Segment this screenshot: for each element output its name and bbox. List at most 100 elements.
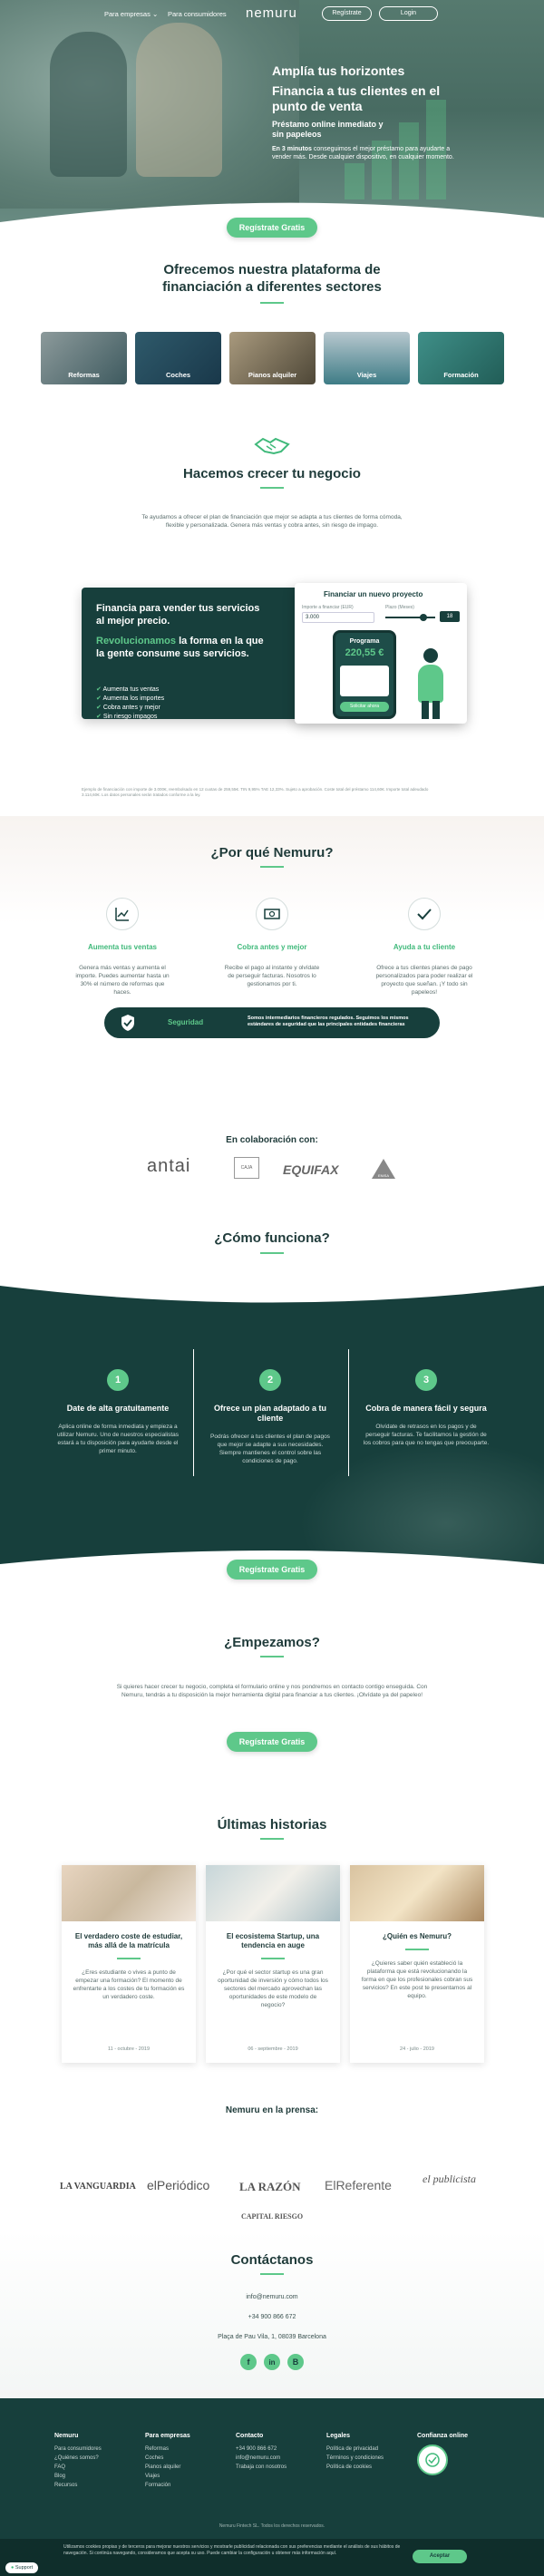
- press-logo-publicista: el publicista: [423, 2173, 476, 2185]
- sectors-underline: [260, 302, 284, 304]
- sector-card-pianos[interactable]: Pianos alquiler: [229, 332, 316, 384]
- footer-link[interactable]: info@nemuru.com: [236, 2454, 317, 2463]
- hero: Amplía tus horizontes Financia a tus cli…: [0, 0, 544, 245]
- why-col-2: Cobra antes y mejor Recibe el pago al in…: [222, 898, 322, 988]
- sector-label: Viajes: [356, 371, 377, 379]
- nav-link-empresas[interactable]: Para empresas ⌄: [104, 10, 158, 18]
- sector-card-viajes[interactable]: Viajes: [324, 332, 410, 384]
- cookie-bar: Utilizamos cookies propias y de terceros…: [0, 2539, 544, 2576]
- hero-cta-button[interactable]: Regístrate Gratis: [227, 218, 317, 238]
- footer-link[interactable]: Blog: [54, 2472, 136, 2481]
- footer-link[interactable]: Recursos: [54, 2481, 136, 2490]
- why-title: ¿Por qué Nemuru?: [210, 845, 334, 860]
- why-col-title: Ayuda a tu cliente: [393, 943, 456, 951]
- why-underline: [260, 866, 284, 868]
- footer-link[interactable]: Política de privacidad: [326, 2445, 408, 2454]
- card-label-1: Importe a financiar (EUR): [302, 605, 354, 610]
- story-image: [350, 1865, 484, 1921]
- partner-logo-antai: antai: [147, 1156, 191, 1176]
- footer-col-title: Confianza online: [417, 2433, 468, 2439]
- story-text: ¿Por qué el sector startup es una gran o…: [218, 1969, 328, 2008]
- step-number-badge: 3: [415, 1369, 437, 1391]
- phone-title: Programa: [349, 638, 380, 645]
- financing-card: Financiar un nuevo proyecto Importe a fi…: [295, 583, 467, 724]
- partners-title: En colaboración con:: [226, 1135, 318, 1145]
- press-logo-periodico: elPeriódico: [147, 2178, 210, 2192]
- story-card-2[interactable]: El ecosistema Startup, una tendencia en …: [206, 1865, 340, 2063]
- contact-phone[interactable]: +34 900 866 672: [181, 2314, 363, 2320]
- story-title: El ecosistema Startup, una tendencia en …: [226, 1932, 320, 1949]
- contact-email[interactable]: info@nemuru.com: [181, 2294, 363, 2300]
- check-item: ✔ Aumenta los importes: [96, 695, 250, 704]
- chart-growth-icon: [106, 898, 139, 930]
- step-title: Cobra de manera fácil y segura: [365, 1404, 487, 1413]
- phone-amount: 220,55 €: [345, 647, 384, 658]
- logo[interactable]: nemuru: [246, 5, 297, 21]
- promo-highlight: Revolucionamos: [96, 636, 177, 646]
- trust-seal-icon[interactable]: [417, 2445, 448, 2475]
- footer-link[interactable]: Pianos alquiler: [145, 2463, 227, 2472]
- partner-logo-caja-text: CAJA: [240, 1165, 253, 1171]
- how-cta-button[interactable]: Regístrate Gratis: [227, 1560, 317, 1580]
- hero-text-body: En 3 minutos conseguimos el mejor présta…: [272, 145, 462, 161]
- footer-link[interactable]: ¿Quiénes somos?: [54, 2454, 136, 2463]
- nav-link-consumidores[interactable]: Para consumidores: [168, 10, 227, 18]
- term-slider[interactable]: [385, 614, 435, 621]
- person-illustration: [413, 648, 449, 719]
- footer-link[interactable]: +34 900 866 672: [236, 2445, 317, 2454]
- footer-link[interactable]: Formación: [145, 2481, 227, 2490]
- security-label: Seguridad: [168, 1018, 204, 1026]
- footer-link[interactable]: Trabaja con nosotros: [236, 2463, 317, 2472]
- registrate-button[interactable]: Regístrate: [322, 6, 372, 21]
- step-text: Olvídate de retrasos en los pagos y de p…: [363, 1424, 490, 1446]
- story-image: [206, 1865, 340, 1921]
- sector-card-coches[interactable]: Coches: [135, 332, 221, 384]
- how-step-3: 3 Cobra de manera fácil y segura Olvídat…: [363, 1369, 490, 1447]
- check-label: Aumenta los importes: [102, 695, 165, 702]
- how-underline: [260, 1252, 284, 1254]
- hero-title-1: Amplía tus horizontes: [272, 63, 405, 78]
- login-button[interactable]: Login: [379, 6, 438, 21]
- support-icon: ●: [11, 2565, 15, 2571]
- support-button[interactable]: ● Support: [5, 2562, 39, 2573]
- footer-link[interactable]: Términos y condiciones: [326, 2454, 408, 2463]
- why-col-1: Aumenta tus ventas Genera más ventas y a…: [73, 898, 172, 996]
- why-col-title: Aumenta tus ventas: [87, 943, 158, 951]
- story-card-3[interactable]: ¿Quién es Nemuru? ¿Quieres saber quién e…: [350, 1865, 484, 2063]
- nav-link-empresas-label: Para empresas: [104, 10, 151, 18]
- linkedin-icon[interactable]: in: [264, 2354, 280, 2370]
- check-label: Cobra antes y mejor: [102, 705, 160, 711]
- why-col-title: Cobra antes y mejor: [237, 943, 307, 951]
- footer-link[interactable]: FAQ: [54, 2463, 136, 2472]
- start-cta-button[interactable]: Regístrate Gratis: [227, 1732, 317, 1752]
- contact-title: Contáctanos: [230, 2252, 314, 2268]
- contact-underline: [260, 2273, 284, 2275]
- cookie-accept-button[interactable]: Aceptar: [413, 2550, 467, 2563]
- grow-text: Te ayudamos a ofrecer el plan de financi…: [141, 514, 403, 529]
- check-circle-icon: [408, 898, 441, 930]
- amount-input[interactable]: 3.000: [302, 612, 374, 623]
- facebook-icon[interactable]: f: [240, 2354, 257, 2370]
- step-text: Podrás ofrecer a tus clientes el plan de…: [210, 1434, 330, 1464]
- footer-link[interactable]: Política de cookies: [326, 2463, 408, 2472]
- how-step-2: 2 Ofrece un plan adaptado a tu cliente P…: [207, 1369, 334, 1465]
- promo-title: Financia para vender tus servicios al me…: [96, 603, 260, 627]
- story-card-1[interactable]: El verdadero coste de estudiar, más allá…: [62, 1865, 196, 2063]
- hero-title-2: Financia a tus clientes en el punto de v…: [272, 83, 441, 113]
- footer-link[interactable]: Reformas: [145, 2445, 227, 2454]
- sector-card-formacion[interactable]: Formación: [418, 332, 504, 384]
- sectors-title: Ofrecemos nuestra plataforma de financia…: [162, 262, 382, 295]
- footer-link[interactable]: Para consumidores: [54, 2445, 136, 2454]
- footer-link[interactable]: Coches: [145, 2454, 227, 2463]
- partner-logo-enisa-text: ENISA: [377, 1173, 389, 1178]
- phone-rows: [340, 666, 389, 696]
- check-icon: ✔: [96, 705, 103, 711]
- blog-icon[interactable]: B: [287, 2354, 304, 2370]
- slider-handle[interactable]: [420, 614, 427, 621]
- check-icon: ✔: [96, 714, 103, 720]
- footer-link[interactable]: Viajes: [145, 2472, 227, 2481]
- press-logo-referente: ElReferente: [325, 2178, 392, 2192]
- phone-apply-button[interactable]: Solicitar ahora: [340, 702, 389, 712]
- sector-card-reformas[interactable]: Reformas: [41, 332, 127, 384]
- grow-underline: [260, 487, 284, 489]
